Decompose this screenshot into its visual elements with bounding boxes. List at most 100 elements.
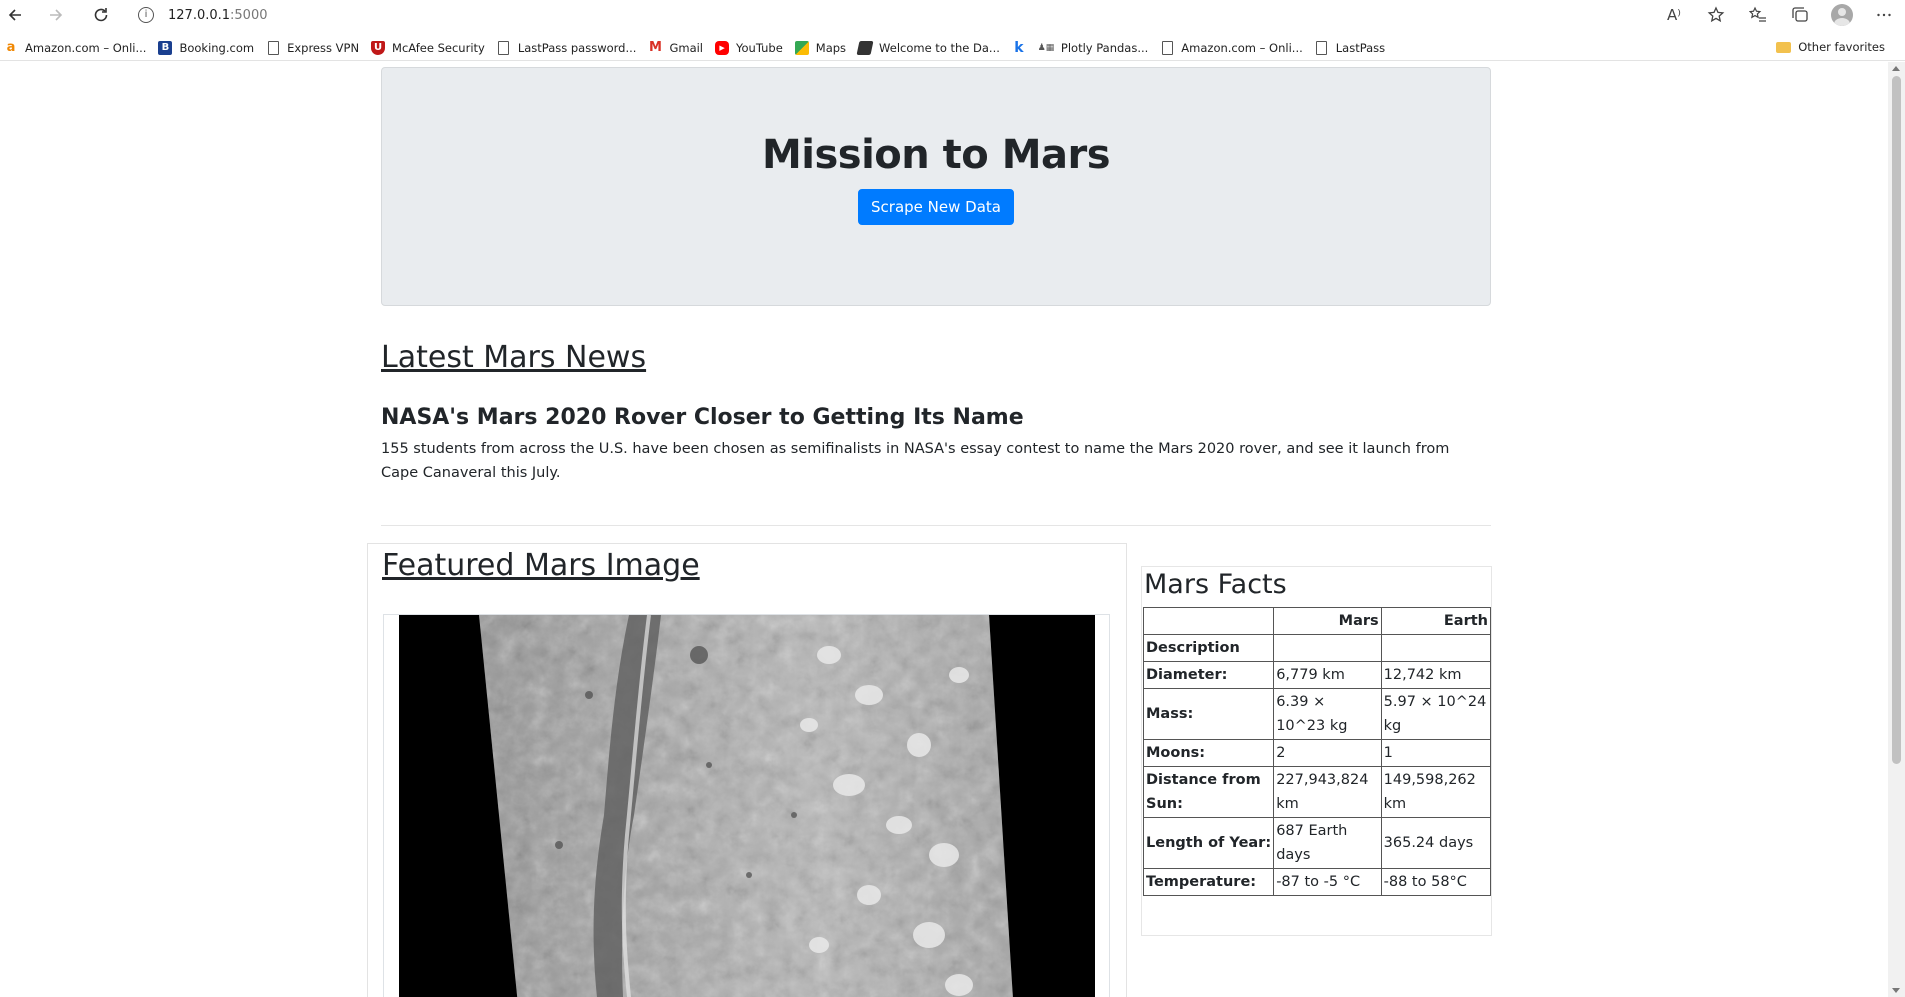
bookmark-label: Amazon.com – Onli... bbox=[1181, 40, 1303, 55]
featured-image-section: Featured Mars Image bbox=[367, 543, 1127, 997]
table-cell: 2 bbox=[1273, 739, 1382, 767]
booking-icon: B bbox=[158, 40, 173, 55]
bookmark-welcome[interactable]: Welcome to the Da... bbox=[854, 36, 1008, 60]
collections-icon[interactable] bbox=[1779, 0, 1821, 30]
scroll-thumb[interactable] bbox=[1892, 76, 1901, 764]
bookmark-label: YouTube bbox=[736, 40, 783, 55]
bookmark-label: Gmail bbox=[669, 40, 704, 55]
reload-button[interactable] bbox=[86, 0, 116, 30]
table-header-cell bbox=[1273, 634, 1382, 662]
table-row: Length of Year: 687 Earth days 365.24 da… bbox=[1142, 817, 1492, 869]
bookmark-youtube[interactable]: ▶ YouTube bbox=[711, 36, 791, 60]
page-scrollbar[interactable] bbox=[1888, 62, 1905, 997]
table-row-label: Temperature: bbox=[1142, 868, 1275, 896]
bookmarks-bar: a Amazon.com – Onli... B Booking.com Exp… bbox=[0, 35, 1905, 61]
maps-icon bbox=[794, 40, 809, 55]
image-thumbnail-frame bbox=[383, 614, 1110, 997]
mcafee-icon: U bbox=[371, 40, 386, 55]
table-index-row: Description bbox=[1142, 634, 1492, 662]
table-row: Temperature: -87 to -5 °C -88 to 58°C bbox=[1142, 868, 1492, 896]
browser-toolbar: i 127.0.0.1:5000 A⁾ bbox=[0, 0, 1905, 30]
read-aloud-icon[interactable]: A⁾ bbox=[1653, 0, 1695, 30]
book-icon bbox=[856, 40, 874, 55]
bookmark-label: Amazon.com – Onli... bbox=[25, 40, 147, 55]
table-cell: 5.97 × 10^24 kg bbox=[1380, 688, 1492, 740]
bookmark-amazon-2[interactable]: Amazon.com – Onli... bbox=[1156, 36, 1310, 60]
table-cell: 6.39 × 10^23 kg bbox=[1273, 688, 1382, 740]
bookmark-label: McAfee Security bbox=[392, 40, 485, 55]
table-header-row: Mars Earth bbox=[1142, 607, 1492, 635]
page-icon bbox=[266, 40, 280, 55]
bookmark-label: Booking.com bbox=[179, 40, 255, 55]
bookmark-mcafee[interactable]: U McAfee Security bbox=[367, 36, 493, 60]
scrape-new-data-button[interactable]: Scrape New Data bbox=[858, 189, 1014, 225]
table-row: Diameter: 6,779 km 12,742 km bbox=[1142, 661, 1492, 689]
mars-facts-section: Mars Facts Mars Earth Description Diamet… bbox=[1141, 566, 1492, 936]
featured-mars-image[interactable] bbox=[399, 615, 1095, 997]
bookmark-k[interactable]: k bbox=[1008, 36, 1034, 60]
table-row-label: Mass: bbox=[1142, 688, 1275, 740]
scroll-down-arrow-icon[interactable] bbox=[1892, 988, 1900, 993]
scroll-up-arrow-icon[interactable] bbox=[1892, 66, 1900, 71]
mars-facts-heading: Mars Facts bbox=[1144, 569, 1287, 600]
table-header-cell: Mars bbox=[1273, 607, 1382, 635]
table-cell: -87 to -5 °C bbox=[1273, 868, 1382, 896]
url-host: 127.0.0.1 bbox=[168, 7, 231, 23]
bookmark-lastpass[interactable]: LastPass bbox=[1311, 36, 1393, 60]
youtube-icon: ▶ bbox=[715, 40, 730, 55]
amazon-icon: a bbox=[6, 40, 16, 55]
table-index-label: Description bbox=[1142, 634, 1275, 662]
back-button[interactable] bbox=[0, 0, 30, 30]
table-row-label: Length of Year: bbox=[1142, 817, 1275, 869]
table-header-cell bbox=[1142, 607, 1275, 635]
table-cell: 687 Earth days bbox=[1273, 817, 1382, 869]
divider bbox=[381, 525, 1491, 526]
favorites-icon[interactable] bbox=[1737, 0, 1779, 30]
bookmark-label: Plotly Pandas... bbox=[1060, 40, 1149, 55]
table-cell: -88 to 58°C bbox=[1380, 868, 1492, 896]
forward-button[interactable] bbox=[41, 0, 71, 30]
url-port: :5000 bbox=[230, 7, 268, 23]
arrow-left-icon bbox=[8, 9, 21, 21]
latest-news-section: Latest Mars News NASA's Mars 2020 Rover … bbox=[381, 340, 1491, 485]
table-header-cell: Earth bbox=[1380, 607, 1492, 635]
bookmark-lastpass-password[interactable]: LastPass password... bbox=[493, 36, 645, 60]
hero-jumbotron: Mission to Mars Scrape New Data bbox=[381, 67, 1491, 306]
table-cell: 12,742 km bbox=[1380, 661, 1492, 689]
bookmark-gmail[interactable]: M Gmail bbox=[644, 36, 711, 60]
bookmark-label: Maps bbox=[815, 40, 847, 55]
news-paragraph: 155 students from across the U.S. have b… bbox=[381, 441, 1450, 481]
table-row: Moons: 2 1 bbox=[1142, 739, 1492, 767]
address-bar[interactable]: i 127.0.0.1:5000 bbox=[138, 3, 1613, 27]
table-cell: 365.24 days bbox=[1380, 817, 1492, 869]
page-icon bbox=[1315, 40, 1329, 55]
bookmark-booking[interactable]: B Booking.com bbox=[154, 36, 262, 60]
k-icon: k bbox=[1014, 39, 1024, 56]
news-title: NASA's Mars 2020 Rover Closer to Getting… bbox=[381, 405, 1024, 430]
other-favorites[interactable]: Other favorites bbox=[1772, 35, 1893, 59]
toolbar-actions: A⁾ bbox=[1653, 0, 1905, 30]
news-heading: Latest Mars News bbox=[381, 340, 647, 375]
bookmark-label: LastPass password... bbox=[517, 40, 637, 55]
table-row: Mass: 6.39 × 10^23 kg 5.97 × 10^24 kg bbox=[1142, 688, 1492, 740]
table-row-label: Distance from Sun: bbox=[1142, 766, 1275, 818]
table-header-cell bbox=[1380, 634, 1492, 662]
bookmark-amazon[interactable]: a Amazon.com – Onli... bbox=[0, 36, 154, 60]
info-icon[interactable]: i bbox=[138, 7, 154, 23]
profile-avatar[interactable] bbox=[1821, 0, 1863, 30]
bookmark-maps[interactable]: Maps bbox=[791, 36, 854, 60]
page-icon bbox=[1160, 40, 1174, 55]
folder-icon bbox=[1776, 41, 1792, 53]
mars-facts-table: Mars Earth Description Diameter: 6,779 k… bbox=[1142, 607, 1492, 896]
bookmark-express-vpn[interactable]: Express VPN bbox=[262, 36, 367, 60]
table-row-label: Moons: bbox=[1142, 739, 1275, 767]
bookmark-label: LastPass bbox=[1335, 40, 1386, 55]
more-menu-icon[interactable] bbox=[1863, 0, 1905, 30]
bookmark-plotly[interactable]: ♟▦ Plotly Pandas... bbox=[1034, 36, 1156, 60]
avatar-icon bbox=[1831, 4, 1853, 26]
page-icon bbox=[497, 40, 511, 55]
reload-icon bbox=[94, 8, 108, 22]
gmail-icon: M bbox=[648, 40, 662, 55]
add-favorite-icon[interactable] bbox=[1695, 0, 1737, 30]
other-favorites-label: Other favorites bbox=[1798, 40, 1885, 54]
